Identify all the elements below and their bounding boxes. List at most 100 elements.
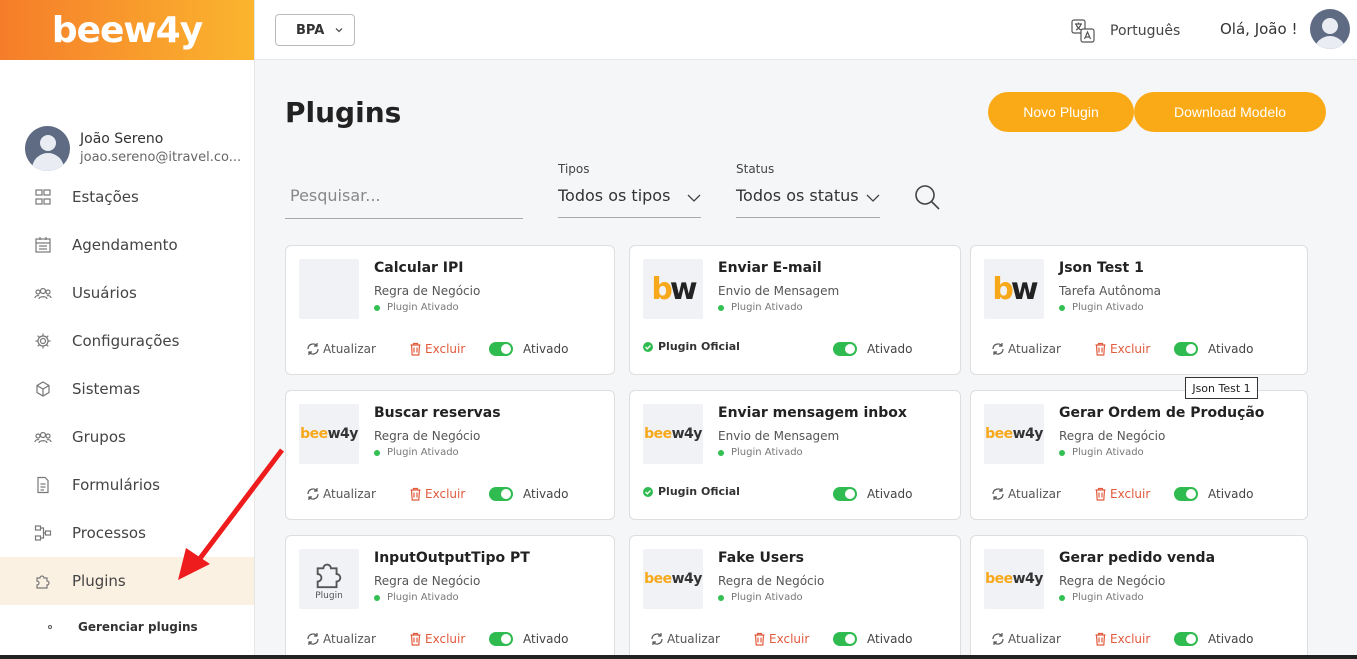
sidebar-item-label: Plugins [72,572,126,590]
enabled-toggle[interactable]: Ativado [833,487,912,501]
cube-icon [34,380,52,398]
new-plugin-button[interactable]: Novo Plugin [988,92,1134,132]
toggle-switch[interactable] [833,487,857,501]
enabled-toggle[interactable]: Ativado [833,632,912,646]
toggle-switch[interactable] [1174,342,1198,356]
update-button[interactable]: Atualizar [306,487,409,501]
update-button[interactable]: Atualizar [650,632,753,646]
delete-button[interactable]: Excluir [409,487,489,501]
refresh-icon [992,343,1004,355]
toggle-switch[interactable] [1174,487,1198,501]
avatar[interactable] [25,125,70,171]
plugin-status: Plugin Ativado [1059,592,1144,603]
plugin-card[interactable]: beew4y Gerar Ordem de Produção Regra de Ne… [970,390,1308,520]
types-filter-label: Tipos [558,162,590,176]
download-template-button[interactable]: Download Modelo [1134,92,1326,132]
delete-button[interactable]: Excluir [1094,632,1174,646]
plugin-title: Enviar E-mail [718,260,822,276]
trash-icon [1095,487,1106,501]
plugin-title: InputOutputTipo PT [374,550,530,566]
document-icon [34,476,52,494]
sidebar-item-sistemas[interactable]: Sistemas [0,365,254,413]
plugin-card[interactable]: beew4y Enviar mensagem inbox Envio de Mens… [629,390,961,520]
plugin-title: Gerar Ordem de Produção [1059,405,1265,421]
delete-button[interactable]: Excluir [753,632,833,646]
plugin-thumbnail: beew4y [984,404,1044,464]
plugin-card[interactable]: beew4y Buscar reservas Regra de Negócio Plu… [285,390,615,520]
delete-button[interactable]: Excluir [1094,487,1174,501]
search-icon[interactable] [913,183,941,211]
delete-button[interactable]: Excluir [409,632,489,646]
plugin-thumbnail: bw [643,259,703,319]
enabled-toggle[interactable]: Ativado [1174,632,1253,646]
plugin-status: Plugin Ativado [1059,302,1144,313]
sidebar-item-configuracoes[interactable]: Configurações [0,317,254,365]
plugin-card[interactable]: Calcular IPI Regra de Negócio Plugin Ativa… [285,245,615,375]
plugin-status: Plugin Ativado [374,592,459,603]
toggle-switch[interactable] [489,632,513,646]
delete-button[interactable]: Excluir [409,342,489,356]
sidebar-item-agendamento[interactable]: Agendamento [0,221,254,269]
status-dot-icon [374,449,380,456]
enabled-toggle[interactable]: Ativado [489,342,568,356]
types-filter[interactable]: Tipos Todos os tipos [558,162,701,218]
enabled-toggle[interactable]: Ativado [489,487,568,501]
sidebar-item-label: Estações [72,188,139,206]
update-button[interactable]: Atualizar [306,342,409,356]
status-filter[interactable]: Status Todos os status [736,162,880,218]
status-dot-icon [718,304,724,311]
enabled-toggle[interactable]: Ativado [1174,487,1253,501]
plugin-card[interactable]: bw Json Test 1 Tarefa Autônoma Plugin Ativa… [970,245,1308,375]
app-logo[interactable]: beew4y [52,10,203,51]
beew4y-logo: beew4y [300,426,358,442]
plugin-card[interactable]: beew4y Gerar pedido venda Regra de Negócio… [970,535,1308,659]
trash-icon [410,632,421,646]
update-button[interactable]: Atualizar [991,632,1094,646]
plugin-card[interactable]: beew4y Fake Users Regra de Negócio Plugin A… [629,535,961,659]
refresh-icon [651,633,663,645]
update-button[interactable]: Atualizar [306,632,409,646]
delete-button[interactable]: Excluir [1094,342,1174,356]
toggle-switch[interactable] [833,632,857,646]
plugin-thumbnail: beew4y [984,549,1044,609]
toggle-switch[interactable] [833,342,857,356]
sidebar-item-label: Formulários [72,476,160,494]
plugin-card[interactable]: bw Enviar E-mail Envio de Mensagem Plugin A… [629,245,961,375]
toggle-switch[interactable] [489,487,513,501]
update-button[interactable]: Atualizar [991,342,1094,356]
plugin-title: Calcular IPI [374,260,464,276]
enabled-toggle[interactable]: Ativado [1174,342,1253,356]
sidebar-item-label: Grupos [72,428,126,446]
status-dot-icon [1059,594,1065,601]
language-selector[interactable]: Português [1070,18,1180,44]
enabled-toggle[interactable]: Ativado [489,632,568,646]
check-icon [643,486,653,497]
status-dot-icon [1059,304,1065,311]
beew4y-logo: beew4y [644,571,702,587]
toggle-switch[interactable] [1174,632,1198,646]
stations-icon [34,188,52,206]
toggle-switch[interactable] [489,342,513,356]
sidebar-item-label: Sistemas [72,380,141,398]
trash-icon [754,632,765,646]
plugin-thumbnail: beew4y [643,549,703,609]
enabled-toggle[interactable]: Ativado [833,342,912,356]
plugin-type: Regra de Negócio [374,429,481,443]
sidebar-subitem-gerenciar-plugins[interactable]: Gerenciar plugins [0,605,254,649]
user-avatar[interactable] [1310,9,1350,49]
plugin-status: Plugin Ativado [374,447,459,458]
sidebar-item-estacoes[interactable]: Estações [0,173,254,221]
plugin-card[interactable]: Plugin InputOutputTipo PT Regra de Negócio… [285,535,615,659]
update-button[interactable]: Atualizar [991,487,1094,501]
plugin-status: Plugin Ativado [718,447,803,458]
official-badge: Plugin Oficial [643,485,740,498]
plugin-type: Regra de Negócio [1059,574,1166,588]
plugin-type: Regra de Negócio [718,574,825,588]
plugin-thumbnail: bw [984,259,1044,319]
sidebar-item-usuarios[interactable]: Usuários [0,269,254,317]
plugin-thumbnail: beew4y [643,404,703,464]
plugin-status: Plugin Ativado [1059,447,1144,458]
search-input[interactable]: Pesquisar... [285,179,523,219]
plugin-status: Plugin Ativado [718,592,803,603]
workspace-select[interactable]: BPA [275,14,355,46]
